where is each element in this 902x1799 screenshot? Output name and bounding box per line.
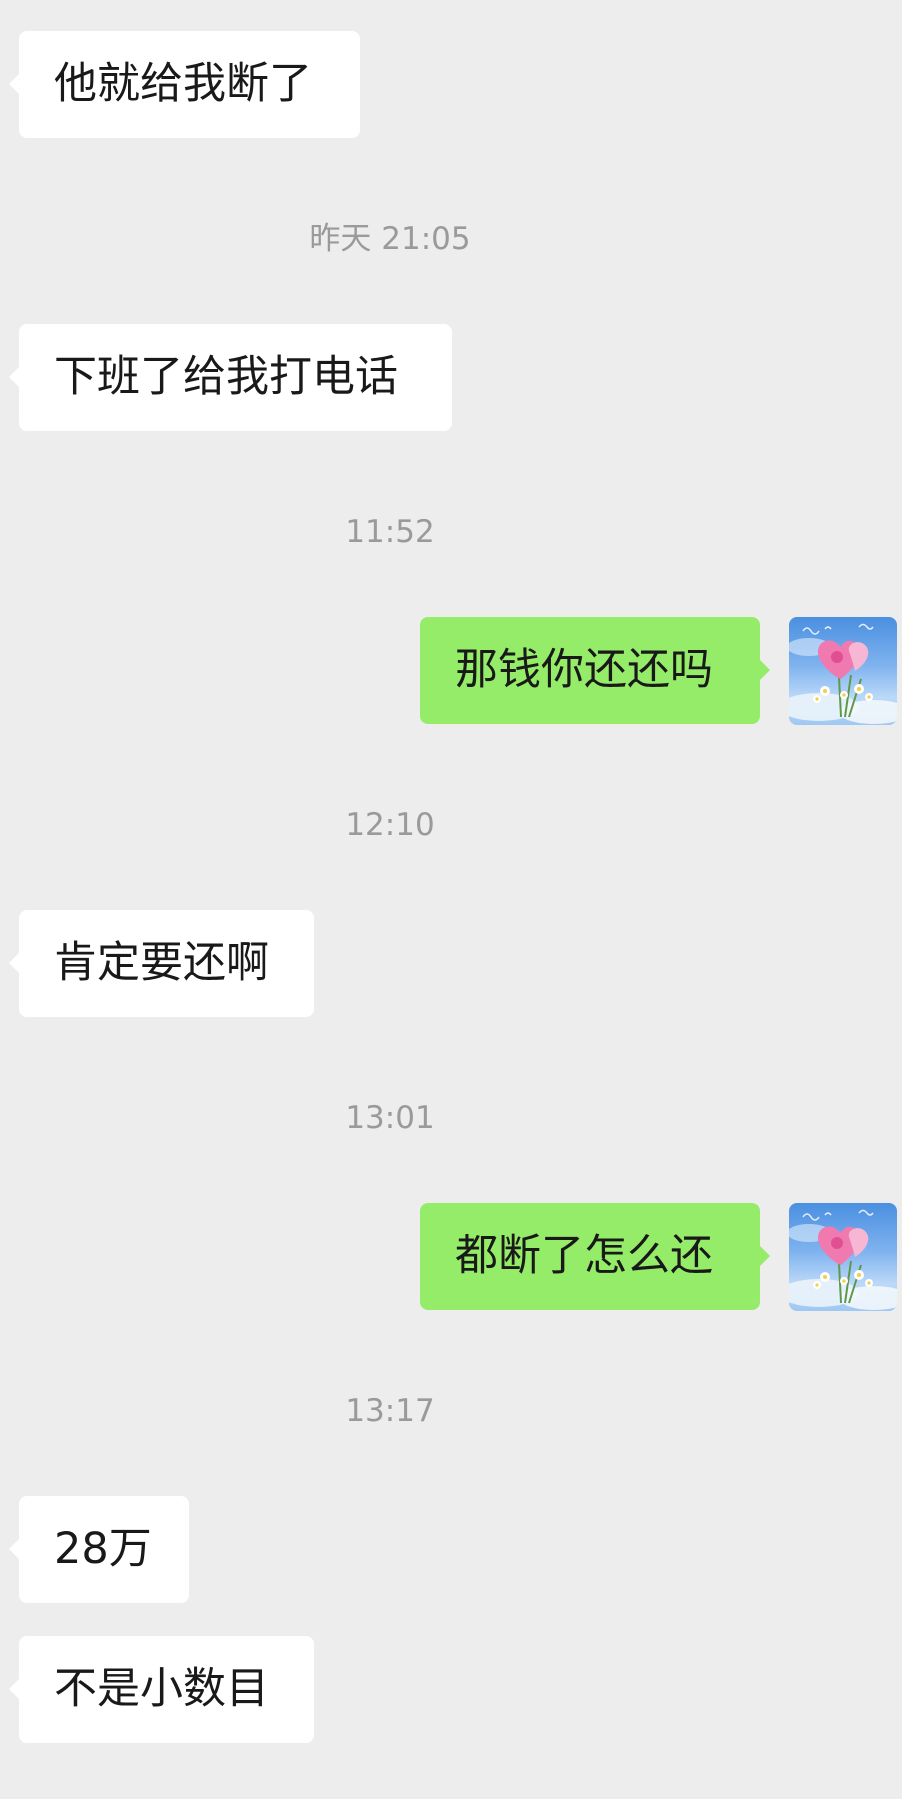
message-bubble-incoming[interactable]: 他就给我断了 — [9, 31, 360, 138]
flower-bouquet-avatar-icon — [789, 623, 897, 724]
timestamp: 13:01 — [345, 1100, 435, 1136]
message-text: 那钱你还还吗 — [455, 645, 713, 695]
message-text: 都断了怎么还 — [455, 1231, 713, 1281]
message-bubble-outgoing[interactable]: 都断了怎么还 — [420, 1203, 770, 1310]
message-bubble-incoming[interactable]: 不是小数目 — [9, 1636, 314, 1743]
message-bubble-incoming[interactable]: 肯定要还啊 — [9, 910, 314, 1017]
message-bubble-incoming[interactable]: 28万 — [9, 1496, 189, 1603]
message-text: 下班了给我打电话 — [54, 352, 398, 402]
flower-bouquet-avatar-icon — [789, 1209, 897, 1310]
message-text: 肯定要还啊 — [54, 938, 269, 988]
user-avatar[interactable] — [789, 1203, 897, 1311]
message-text: 他就给我断了 — [54, 59, 312, 109]
message-bubble-outgoing[interactable]: 那钱你还还吗 — [420, 617, 770, 724]
user-avatar[interactable] — [789, 617, 897, 725]
message-text: 28万 — [54, 1524, 152, 1574]
timestamp: 12:10 — [345, 807, 435, 843]
message-text: 不是小数目 — [54, 1664, 269, 1714]
timestamp: 13:17 — [345, 1393, 435, 1429]
timestamp: 11:52 — [345, 514, 435, 550]
chat-area[interactable]: 他就给我断了 昨天 21:05 下班了给我打电话 11:52 那钱你还还吗 12… — [0, 0, 902, 1799]
timestamp: 昨天 21:05 — [309, 221, 471, 257]
message-bubble-incoming[interactable]: 下班了给我打电话 — [9, 324, 452, 431]
